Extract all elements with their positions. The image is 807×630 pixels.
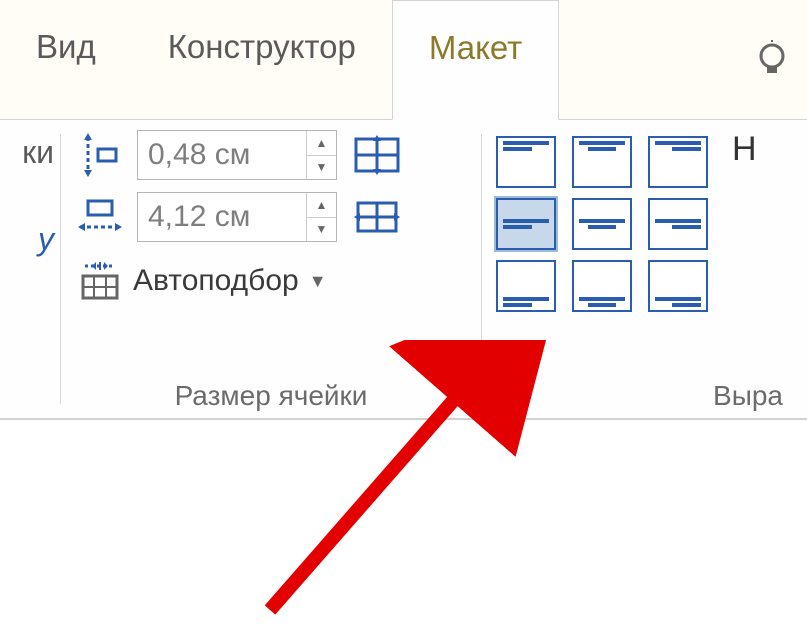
ribbon-tabs: Вид Конструктор Макет [0, 0, 807, 120]
tab-design[interactable]: Конструктор [132, 0, 392, 119]
column-width-icon [75, 194, 125, 240]
alignment-grid [496, 130, 708, 312]
align-middle-center[interactable] [572, 198, 632, 250]
partial-text-2: у [0, 221, 54, 258]
alignment-group-label: Выра [496, 374, 793, 412]
align-top-center[interactable] [572, 136, 632, 188]
column-width-up[interactable]: ▲ [307, 193, 336, 218]
align-bottom-center[interactable] [572, 260, 632, 312]
row-height-input[interactable]: 0,48 см ▲ ▼ [137, 130, 337, 180]
partial-text-1: ки [0, 134, 54, 171]
left-partial-group: ки у [0, 120, 60, 418]
align-middle-right[interactable] [648, 198, 708, 250]
column-width-down[interactable]: ▼ [307, 218, 336, 242]
distribute-columns-button[interactable] [349, 192, 405, 242]
align-top-right[interactable] [648, 136, 708, 188]
align-bottom-left[interactable] [496, 260, 556, 312]
column-width-input[interactable]: 4,12 см ▲ ▼ [137, 192, 337, 242]
cell-size-group-label: Размер ячейки [75, 374, 467, 412]
group-alignment: Н Выра [482, 120, 807, 418]
ribbon-body: ки у 0,48 см ▲ ▼ [0, 120, 807, 420]
align-middle-left[interactable] [496, 198, 556, 250]
tell-me-bulb-icon[interactable] [751, 39, 793, 81]
align-bottom-right[interactable] [648, 260, 708, 312]
chevron-down-icon: ▼ [309, 271, 327, 292]
autofit-dropdown[interactable]: Автоподбор ▼ [75, 258, 467, 304]
row-height-down[interactable]: ▼ [307, 156, 336, 180]
autofit-icon [75, 258, 125, 304]
column-width-value[interactable]: 4,12 см [138, 193, 306, 241]
tab-layout[interactable]: Макет [392, 0, 559, 120]
row-height-value[interactable]: 0,48 см [138, 131, 306, 179]
autofit-label: Автоподбор [133, 264, 299, 298]
row-height-up[interactable]: ▲ [307, 131, 336, 156]
distribute-rows-button[interactable] [349, 130, 405, 180]
group-cell-size: 0,48 см ▲ ▼ [61, 120, 481, 418]
align-top-left[interactable] [496, 136, 556, 188]
row-height-icon [75, 132, 125, 178]
tab-view[interactable]: Вид [0, 0, 132, 119]
partial-text-right: Н [726, 130, 757, 169]
